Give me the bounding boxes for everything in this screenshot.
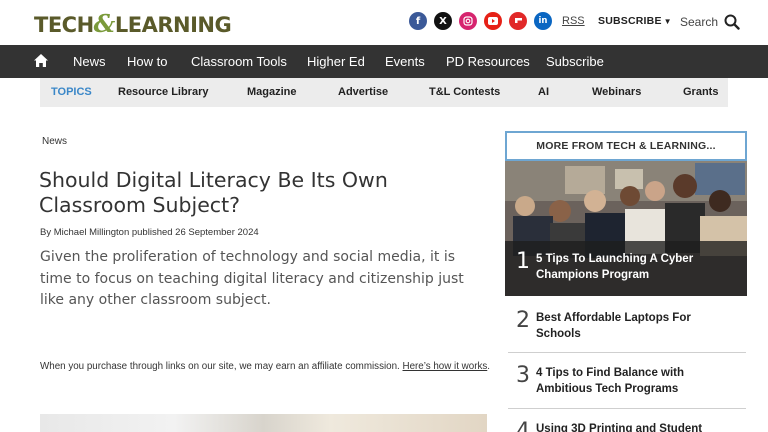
logo-ampersand: & xyxy=(93,9,116,38)
x-icon[interactable]: X xyxy=(434,12,452,30)
sidebar-item-rank: 3 xyxy=(516,363,530,388)
featured-rank: 1 xyxy=(516,249,530,274)
sidebar-item-title[interactable]: 4 Tips to Find Balance with Ambitious Te… xyxy=(536,365,736,397)
main-nav: News How to Classroom Tools Higher Ed Ev… xyxy=(0,45,768,78)
subscribe-dropdown[interactable]: SUBSCRIBE ▼ xyxy=(598,15,672,27)
linkedin-icon[interactable]: in xyxy=(534,12,552,30)
sidebar-heading: MORE FROM TECH & LEARNING... xyxy=(505,131,747,161)
featured-title[interactable]: 5 Tips To Launching A Cyber Champions Pr… xyxy=(536,251,736,283)
site-logo[interactable]: TECH&LEARNING xyxy=(34,9,232,38)
search-label: Search xyxy=(680,15,719,29)
home-icon[interactable] xyxy=(33,53,49,73)
social-links: f X in xyxy=(409,12,552,30)
topic-ai[interactable]: AI xyxy=(538,86,549,98)
sidebar-item-rank: 4 xyxy=(516,419,530,432)
sidebar-divider xyxy=(508,408,746,409)
nav-news[interactable]: News xyxy=(73,54,106,69)
search-icon xyxy=(724,14,740,30)
topic-tl-contests[interactable]: T&L Contests xyxy=(429,86,500,98)
article-hero-image xyxy=(40,414,487,432)
youtube-icon[interactable] xyxy=(484,12,502,30)
sidebar-item-title[interactable]: Best Affordable Laptops For Schools xyxy=(536,310,736,342)
topic-advertise[interactable]: Advertise xyxy=(338,86,388,98)
article-byline: By Michael Millington published 26 Septe… xyxy=(40,227,259,238)
topic-webinars[interactable]: Webinars xyxy=(592,86,641,98)
caret-down-icon: ▼ xyxy=(663,17,672,26)
nav-pd-resources[interactable]: PD Resources xyxy=(446,54,530,69)
topics-label: TOPICS xyxy=(51,86,92,98)
sidebar-item-rank: 2 xyxy=(516,308,530,333)
sidebar-featured-item[interactable]: 1 5 Tips To Launching A Cyber Champions … xyxy=(505,161,747,296)
topic-magazine[interactable]: Magazine xyxy=(247,86,297,98)
logo-text-tech: TECH xyxy=(34,13,94,37)
nav-subscribe[interactable]: Subscribe xyxy=(546,54,604,69)
sidebar-item-title[interactable]: Using 3D Printing and Student xyxy=(536,421,736,432)
nav-events[interactable]: Events xyxy=(385,54,425,69)
nav-classroom-tools[interactable]: Classroom Tools xyxy=(191,54,287,69)
subscribe-label: SUBSCRIBE xyxy=(598,15,662,27)
nav-higher-ed[interactable]: Higher Ed xyxy=(307,54,365,69)
affiliate-text: When you purchase through links on our s… xyxy=(40,361,400,372)
topics-bar: TOPICS Resource Library Magazine Adverti… xyxy=(40,78,728,107)
flipboard-icon[interactable] xyxy=(509,12,527,30)
facebook-icon[interactable]: f xyxy=(409,12,427,30)
affiliate-end: . xyxy=(487,361,490,372)
article-lede: Given the proliferation of technology an… xyxy=(40,249,464,308)
article-title: Should Digital Literacy Be Its Own Class… xyxy=(39,168,388,217)
instagram-icon[interactable] xyxy=(459,12,477,30)
nav-how-to[interactable]: How to xyxy=(127,54,167,69)
affiliate-how-it-works-link[interactable]: Here’s how it works xyxy=(403,361,488,372)
topic-grants[interactable]: Grants xyxy=(683,86,718,98)
affiliate-disclosure: When you purchase through links on our s… xyxy=(40,360,490,374)
search-button[interactable]: Search xyxy=(680,14,740,30)
rss-link[interactable]: RSS xyxy=(562,15,585,27)
sidebar-divider xyxy=(508,352,746,353)
logo-text-learning: LEARNING xyxy=(114,13,232,37)
topic-resource-library[interactable]: Resource Library xyxy=(118,86,208,98)
article-category[interactable]: News xyxy=(42,136,67,147)
site-header: TECH&LEARNING f X in RSS SUBSCRIBE ▼ Sear… xyxy=(0,0,768,45)
